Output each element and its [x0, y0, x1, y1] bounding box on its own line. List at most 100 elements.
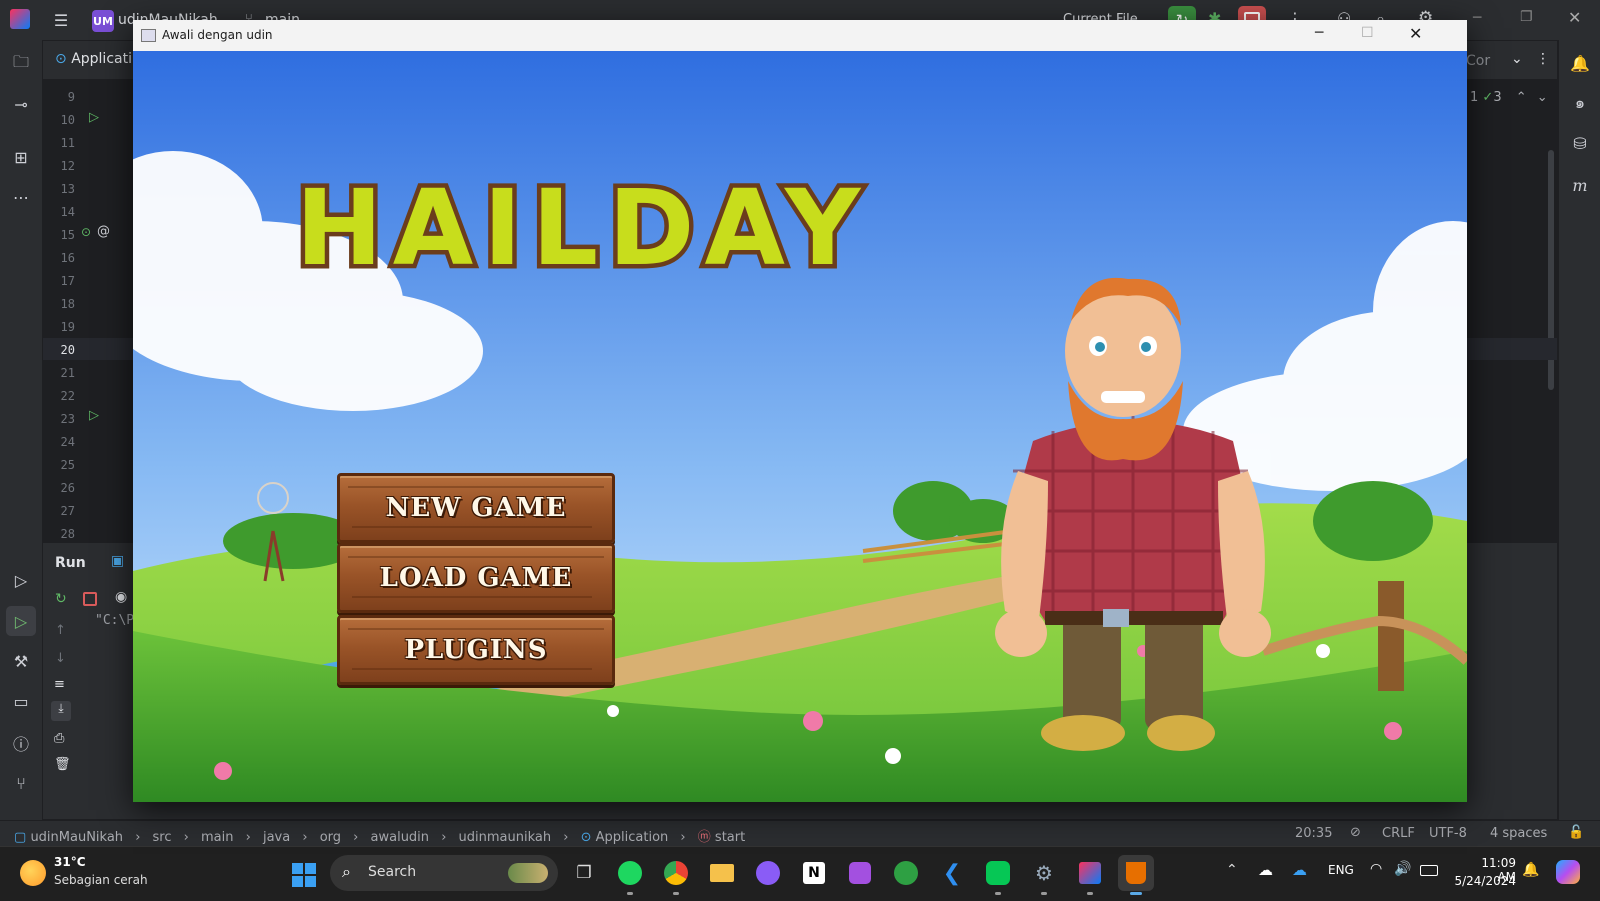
xbox-icon[interactable]	[888, 855, 924, 891]
breadcrumb-item[interactable]: udinMauNikah	[30, 830, 123, 845]
run-gutter-icon[interactable]: ▷	[89, 110, 99, 125]
intellij-icon[interactable]	[1072, 855, 1108, 895]
database-icon[interactable]: ⛁	[1569, 132, 1591, 154]
lock-icon[interactable]: 🔓	[1568, 825, 1584, 840]
terminal-tool-icon[interactable]: ▭	[10, 690, 32, 712]
problems-tool-icon[interactable]: ⓘ	[10, 732, 32, 754]
indent-setting[interactable]: 4 spaces	[1490, 826, 1547, 841]
task-view-icon[interactable]: ❐	[566, 855, 602, 891]
inspections-widget[interactable]: 1 ✓3 ⌃ ⌄	[1470, 90, 1548, 105]
structure-tool-icon[interactable]: ⊞	[10, 146, 32, 168]
soft-wrap-icon[interactable]: ≡	[54, 677, 65, 692]
ide-close-icon[interactable]: ✕	[1568, 8, 1581, 27]
editor-tab[interactable]: ⊙ Applicati	[55, 51, 132, 67]
cloud-icon[interactable]: ☁	[1258, 861, 1273, 879]
app-icon[interactable]	[842, 855, 878, 891]
maven-icon[interactable]: m	[1569, 174, 1591, 196]
clock-date[interactable]: 5/24/2024	[1448, 874, 1516, 888]
project-badge[interactable]: UM	[92, 10, 114, 32]
caret-position[interactable]: 20:35	[1295, 826, 1332, 841]
weather-temp[interactable]: 31°C	[54, 855, 86, 869]
taskbar-search[interactable]: ⌕ Search	[330, 855, 558, 891]
notification-bell-icon[interactable]: 🔔	[1522, 862, 1539, 878]
settings-app-icon[interactable]: ⚙	[1026, 855, 1062, 895]
breadcrumb-item[interactable]: Application	[596, 830, 669, 845]
ide-restore-icon[interactable]: ❐	[1520, 9, 1533, 25]
github-icon[interactable]	[750, 855, 786, 891]
scroll-to-end-icon[interactable]: ⤓	[51, 701, 71, 721]
breadcrumb-item[interactable]: org	[320, 830, 341, 845]
run-gutter-icon[interactable]: ▷	[89, 408, 99, 423]
breadcrumb-item[interactable]: start	[715, 830, 745, 845]
breadcrumb-item[interactable]: udinmaunikah	[459, 830, 552, 845]
battery-icon[interactable]	[1420, 865, 1438, 876]
notifications-icon[interactable]: 🔔	[1569, 52, 1591, 74]
ai-assistant-icon[interactable]: ๑	[1569, 92, 1591, 114]
breadcrumb-item[interactable]: java	[263, 830, 290, 845]
vscode-icon[interactable]: ❮	[934, 855, 970, 891]
more-tools-icon[interactable]: ⋯	[10, 186, 32, 208]
start-icon[interactable]	[292, 863, 316, 887]
tabs-more-icon[interactable]: ⋮	[1536, 51, 1550, 67]
override-gutter-icon[interactable]: ⊙	[81, 225, 91, 239]
run-tab-icon[interactable]: ▣	[111, 553, 124, 569]
stop-run-icon[interactable]	[83, 592, 97, 606]
line-number: 16	[60, 251, 75, 265]
run-panel-title[interactable]: Run	[55, 555, 86, 571]
search-label: Search	[368, 864, 417, 880]
notion-icon[interactable]: N	[796, 855, 832, 891]
next-highlight-icon[interactable]: ⌄	[1537, 90, 1548, 105]
weather-icon[interactable]	[20, 860, 46, 886]
line-number: 21	[60, 366, 75, 380]
project-tool-icon[interactable]: 🗀	[10, 52, 32, 75]
line-number: 13	[60, 182, 75, 196]
main-menu-icon[interactable]: ☰	[50, 9, 72, 31]
breadcrumb-item[interactable]: main	[201, 830, 233, 845]
ide-logo-icon[interactable]	[10, 9, 30, 29]
prev-highlight-icon[interactable]: ⌃	[1516, 90, 1527, 105]
copilot-icon[interactable]	[1556, 860, 1580, 884]
scroll-up-icon[interactable]: ↑	[55, 623, 66, 638]
screenshot-icon[interactable]: ◉	[115, 589, 127, 605]
right-tab-label[interactable]: Cor	[1466, 53, 1490, 69]
breadcrumb-separator: ›	[563, 830, 569, 845]
ide-minimize-icon[interactable]: ─	[1473, 10, 1481, 26]
clear-console-icon[interactable]: 🗑	[54, 757, 71, 772]
no-sync-icon[interactable]: ⊘	[1350, 825, 1361, 840]
tabs-dropdown-icon[interactable]: ⌄	[1511, 51, 1523, 67]
chrome-icon[interactable]	[658, 855, 694, 895]
scroll-down-icon[interactable]: ↓	[55, 651, 66, 666]
new-game-button[interactable]: NEW GAME	[337, 473, 615, 543]
minimize-icon[interactable]: ─	[1315, 25, 1323, 41]
java-icon[interactable]	[1118, 855, 1154, 895]
build-tool-icon[interactable]: ⚒	[10, 650, 32, 672]
line-number: 24	[60, 435, 75, 449]
rerun-icon[interactable]: ↻	[55, 591, 67, 607]
wifi-icon[interactable]: ◠	[1370, 861, 1382, 877]
breadcrumb-item[interactable]: src	[153, 830, 172, 845]
language-indicator[interactable]: ENG	[1328, 863, 1354, 877]
console-output[interactable]: "C:\P	[95, 613, 134, 628]
run-tool-icon[interactable]: ▷	[6, 606, 36, 636]
commit-tool-icon[interactable]: ⊸	[10, 93, 32, 115]
services-tool-icon[interactable]: ▷	[10, 569, 32, 591]
onedrive-icon[interactable]: ☁	[1292, 861, 1307, 879]
game-window-titlebar[interactable]: Awali dengan udin ─ ☐ ✕	[133, 20, 1467, 51]
line-ending[interactable]: CRLF	[1382, 826, 1415, 841]
line-icon[interactable]	[980, 855, 1016, 895]
weather-desc[interactable]: Sebagian cerah	[54, 873, 148, 887]
breadcrumb-separator: ›	[245, 830, 251, 845]
file-encoding[interactable]: UTF-8	[1429, 826, 1467, 841]
show-hidden-icons[interactable]: ⌃	[1226, 862, 1238, 878]
load-game-button[interactable]: LOAD GAME	[337, 543, 615, 613]
spotify-icon[interactable]	[612, 855, 648, 895]
breadcrumb-item[interactable]: awaludin	[371, 830, 430, 845]
close-icon[interactable]: ✕	[1409, 24, 1422, 43]
maximize-icon[interactable]: ☐	[1361, 25, 1374, 41]
plugins-button[interactable]: PLUGINS	[337, 615, 615, 685]
line-number: 19	[60, 320, 75, 334]
file-explorer-icon[interactable]	[704, 855, 740, 891]
git-tool-icon[interactable]: ⑂	[10, 772, 32, 794]
volume-icon[interactable]: 🔊	[1394, 861, 1411, 877]
print-icon[interactable]: ⎙	[54, 731, 64, 746]
